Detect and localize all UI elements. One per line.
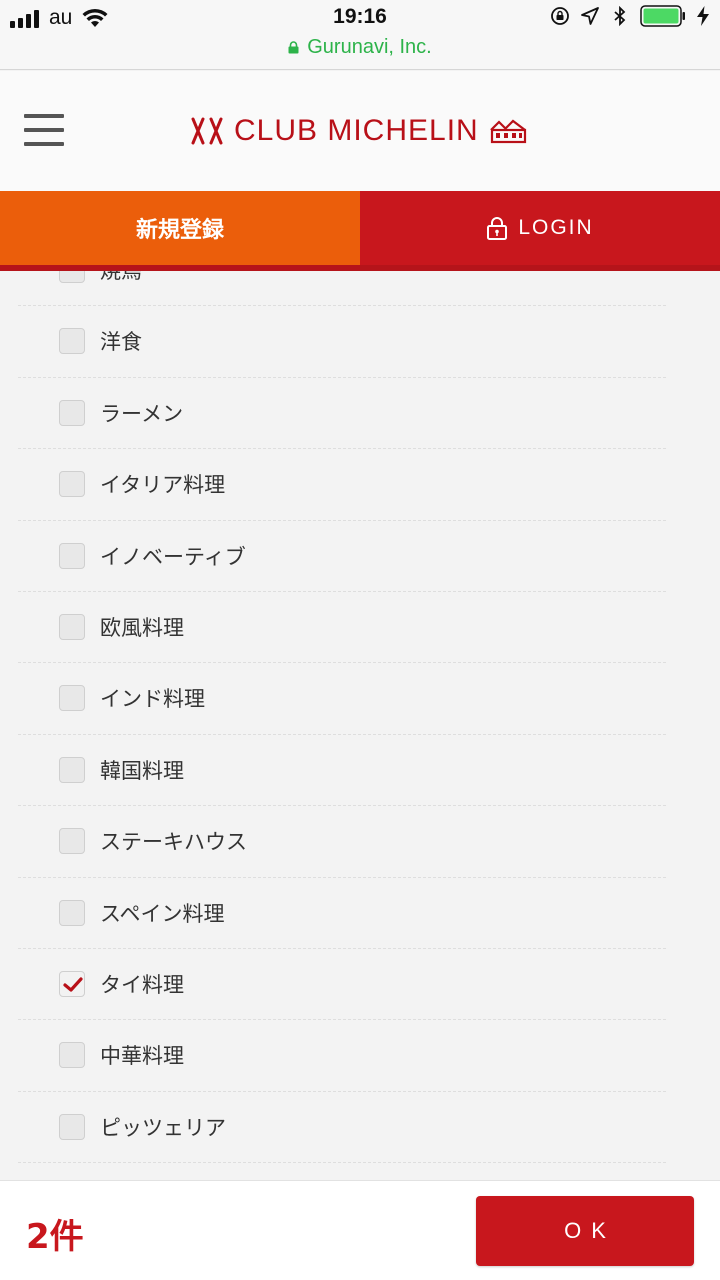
checkbox[interactable] bbox=[59, 399, 85, 426]
checkbox[interactable] bbox=[59, 471, 85, 498]
location-arrow-icon bbox=[581, 7, 599, 25]
cuisine-label: 韓国料理 bbox=[100, 758, 184, 783]
logo-text: CLUB MICHELIN bbox=[234, 114, 479, 147]
battery-icon bbox=[640, 5, 685, 27]
cuisine-row[interactable]: 欧風料理 bbox=[0, 592, 720, 664]
checkbox[interactable] bbox=[59, 328, 85, 355]
register-button[interactable]: 新規登録 bbox=[0, 191, 360, 265]
orientation-lock-icon bbox=[551, 7, 569, 25]
cuisine-row[interactable]: ピッツェリア bbox=[0, 1092, 720, 1164]
login-label: LOGIN bbox=[518, 216, 594, 239]
checkbox[interactable] bbox=[59, 828, 85, 855]
selection-footer: 2件 OK bbox=[0, 1180, 720, 1280]
club-michelin-logo[interactable]: CLUB MICHELIN bbox=[190, 109, 527, 153]
checkbox[interactable] bbox=[59, 756, 85, 783]
cuisine-label: タイ料理 bbox=[100, 972, 184, 997]
cuisine-row[interactable]: ラーメン bbox=[0, 378, 720, 450]
cuisine-row[interactable]: 洋食 bbox=[0, 306, 720, 379]
cuisine-row[interactable]: 韓国料理 bbox=[0, 735, 720, 807]
checkbox[interactable] bbox=[59, 613, 85, 640]
cuisine-label: 中華料理 bbox=[100, 1044, 184, 1069]
cuisine-label: 焼鳥 bbox=[100, 271, 142, 283]
cuisine-label: スペイン料理 bbox=[100, 901, 225, 926]
cuisine-label: 欧風料理 bbox=[100, 615, 184, 640]
cuisine-row[interactable]: ステーキハウス bbox=[0, 806, 720, 878]
secure-lock-icon bbox=[288, 41, 299, 54]
cuisine-label: ラーメン bbox=[100, 401, 184, 426]
cuisine-label: イノベーティブ bbox=[100, 544, 246, 569]
checkbox[interactable] bbox=[59, 1113, 85, 1140]
selected-count: 2件 bbox=[26, 1217, 84, 1257]
checkbox[interactable] bbox=[59, 1042, 85, 1069]
site-header: CLUB MICHELIN bbox=[0, 71, 720, 191]
restaurant-house-icon bbox=[489, 119, 526, 144]
cutlery-icon bbox=[191, 117, 223, 145]
cuisine-row[interactable]: タイ料理 bbox=[0, 949, 720, 1021]
checkbox[interactable] bbox=[59, 542, 85, 569]
register-label: 新規登録 bbox=[135, 218, 224, 243]
cuisine-row[interactable]: 中華料理 bbox=[0, 1020, 720, 1093]
cuisine-label: ステーキハウス bbox=[100, 830, 247, 855]
bluetooth-icon bbox=[614, 6, 626, 26]
cuisine-row[interactable]: イノベーティブ bbox=[0, 521, 720, 593]
checkbox[interactable] bbox=[59, 685, 85, 712]
checkmark-icon bbox=[63, 977, 83, 992]
cuisine-row[interactable]: スペイン料理 bbox=[0, 878, 720, 950]
cuisine-label: ピッツェリア bbox=[100, 1115, 226, 1140]
checkbox-checked[interactable] bbox=[59, 970, 85, 997]
cuisine-label: インド料理 bbox=[100, 687, 205, 712]
cuisine-label: 洋食 bbox=[100, 330, 142, 355]
url-label: Gurunavi, Inc. bbox=[307, 36, 432, 58]
status-bar: au 19:16 Gurunavi, Inc. bbox=[0, 0, 720, 70]
cuisine-row[interactable]: 焼鳥 bbox=[0, 271, 720, 307]
menu-icon[interactable] bbox=[24, 114, 64, 148]
cuisine-row[interactable]: インド料理 bbox=[0, 663, 720, 736]
charging-bolt-icon bbox=[697, 6, 709, 26]
auth-bar: 新規登録 LOGIN bbox=[0, 191, 720, 265]
cuisine-label: イタリア料理 bbox=[100, 473, 226, 498]
cuisine-row[interactable]: イタリア料理 bbox=[0, 449, 720, 521]
checkbox[interactable] bbox=[59, 271, 85, 283]
cuisine-list-inner: 焼鳥洋食ラーメンイタリア料理 イノベーティブ 欧風料理インド料理韓国料理ステーキハウ… bbox=[0, 271, 720, 1164]
cuisine-list[interactable]: 焼鳥洋食ラーメンイタリア料理 イノベーティブ 欧風料理インド料理韓国料理ステーキハウ… bbox=[0, 271, 720, 1180]
login-button[interactable]: LOGIN bbox=[360, 191, 720, 265]
status-right bbox=[550, 5, 710, 27]
lock-icon bbox=[487, 217, 508, 240]
ok-label: OK bbox=[564, 1218, 616, 1243]
address-bar[interactable]: Gurunavi, Inc. bbox=[0, 36, 720, 59]
checkbox[interactable] bbox=[59, 899, 85, 926]
ok-button[interactable]: OK bbox=[476, 1196, 694, 1266]
